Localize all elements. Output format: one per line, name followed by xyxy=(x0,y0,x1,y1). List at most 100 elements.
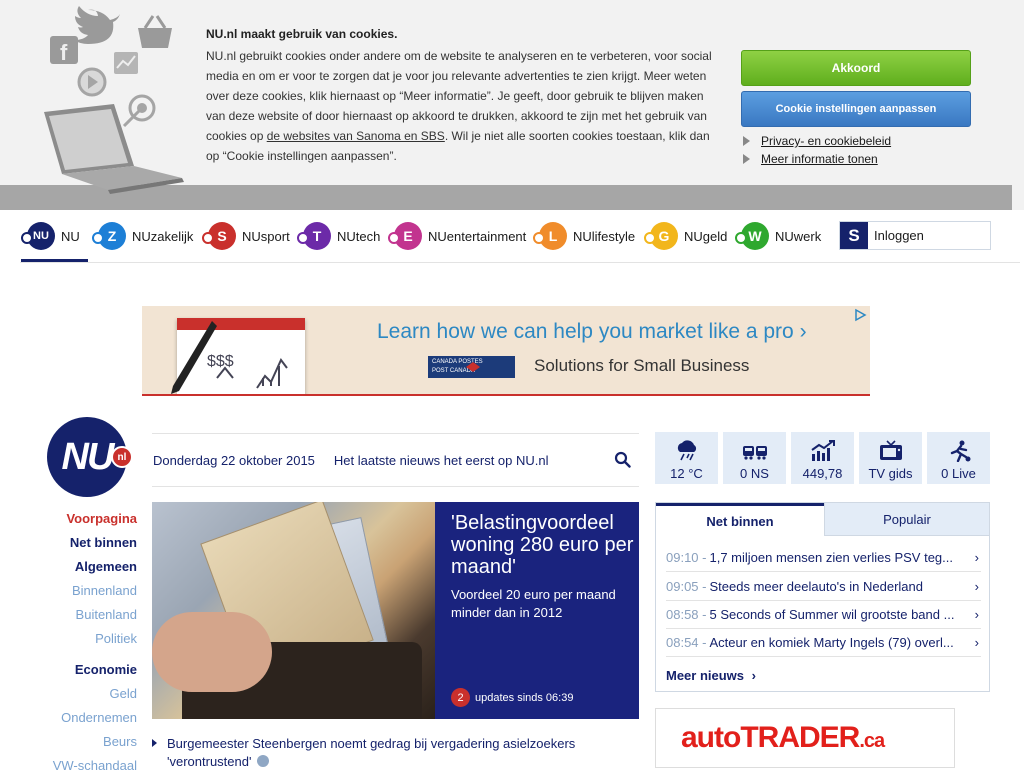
chevron-right-icon: › xyxy=(974,607,979,622)
sidebar-item-beurs[interactable]: Beurs xyxy=(103,734,137,749)
nuzakelijk-badge-icon: Z xyxy=(92,222,126,250)
social-media-illustration: f xyxy=(44,6,184,194)
chevron-right-icon: › xyxy=(974,635,979,650)
triangle-right-icon xyxy=(743,154,750,164)
hero-article[interactable]: 'Belastingvoordeel woning 280 euro per m… xyxy=(152,502,639,719)
nav-nuzakelijk[interactable]: Z NUzakelijk xyxy=(92,222,194,250)
ns-widget[interactable]: 0 NS xyxy=(723,432,786,484)
cookie-text: NU.nl gebruikt cookies onder andere om d… xyxy=(206,49,712,163)
sidebar-item-net-binnen[interactable]: Net binnen xyxy=(70,535,137,550)
hero-image xyxy=(152,502,435,719)
news-item[interactable]: 09:10 - 1,7 miljoen mensen zien verlies … xyxy=(666,544,981,572)
adchoices-icon[interactable] xyxy=(853,308,867,322)
accept-button[interactable]: Akkoord xyxy=(741,50,971,86)
nav-label: NU xyxy=(61,228,80,244)
sidebar-item-ondernemen[interactable]: Ondernemen xyxy=(61,710,137,725)
current-date: Donderdag 22 oktober 2015 xyxy=(153,452,315,468)
nuentertainment-badge-icon: E xyxy=(388,222,422,250)
nav-nu[interactable]: NU NU xyxy=(21,222,80,250)
search-icon[interactable] xyxy=(614,451,631,468)
weather-icon xyxy=(677,440,696,461)
hero-headline: 'Belastingvoordeel woning 280 euro per m… xyxy=(451,512,634,578)
date-bar: Donderdag 22 oktober 2015 Het laatste ni… xyxy=(152,433,639,487)
pen-icon xyxy=(171,321,217,394)
tv-gids-widget[interactable]: TV gids xyxy=(859,432,922,484)
nav-label: NUwerk xyxy=(775,228,822,244)
more-info-link[interactable]: Meer informatie tonen xyxy=(743,152,878,166)
nav-nutech[interactable]: T NUtech xyxy=(297,222,381,250)
nav-label: NUgeld xyxy=(684,228,728,244)
sidebar-item-buitenland[interactable]: Buitenland xyxy=(76,607,137,622)
privacy-link[interactable]: Privacy- en cookiebeleid xyxy=(743,134,891,148)
ad-banner[interactable]: $$$ Learn how we can help you market lik… xyxy=(142,306,870,396)
news-box: Net binnen Populair 09:10 - 1,7 miljoen … xyxy=(655,502,990,692)
sidebar-item-politiek[interactable]: Politiek xyxy=(95,631,137,646)
nav-label: NUsport xyxy=(242,228,290,244)
hero-subline: Voordeel 20 euro per maand minder dan in… xyxy=(451,587,616,620)
beurs-widget[interactable]: 449,78 xyxy=(791,432,854,484)
news-item[interactable]: 08:54 - Acteur en komiek Marty Ingels (7… xyxy=(666,629,981,657)
canada-post-logo: CANADA POSTES POST CANADA xyxy=(428,356,515,378)
sidebar-item-algemeen[interactable]: Algemeen xyxy=(75,559,137,574)
nu-logo[interactable]: NU nl xyxy=(47,417,133,497)
section-nav: NU NU Z NUzakelijk S NUsport T NUtech E … xyxy=(20,212,1020,262)
nl-badge: nl xyxy=(111,446,133,468)
nav-label: NUentertainment xyxy=(428,228,527,244)
live-sport-icon xyxy=(950,440,970,462)
news-item[interactable]: 08:58 - 5 Seconds of Summer wil grootste… xyxy=(666,601,981,629)
chevron-right-icon: › xyxy=(751,668,756,683)
login-label: Inloggen xyxy=(874,228,924,243)
nulifestyle-badge-icon: L xyxy=(533,222,567,250)
nugeld-badge-icon: G xyxy=(644,222,678,250)
sanoma-icon: S xyxy=(840,222,868,249)
autotrader-ad[interactable]: autoTRADER.ca xyxy=(655,708,955,768)
sidebar-item-vw-schandaal[interactable]: VW-schandaal xyxy=(53,758,137,773)
nav-label: NUzakelijk xyxy=(132,228,194,244)
nav-nuentertainment[interactable]: E NUentertainment xyxy=(388,222,527,250)
nutech-badge-icon: T xyxy=(297,222,331,250)
nav-nugeld[interactable]: G NUgeld xyxy=(644,222,728,250)
nu-badge-icon: NU xyxy=(21,222,55,250)
cookie-settings-button[interactable]: Cookie instellingen aanpassen xyxy=(741,91,971,127)
story-title-line2: 'verontrustend' xyxy=(167,754,252,769)
nav-nuwerk[interactable]: W NUwerk xyxy=(735,222,822,250)
hero-updates: 2 updates sinds 06:39 xyxy=(451,688,573,707)
nav-divider xyxy=(20,262,1020,263)
login-button[interactable]: S Inloggen xyxy=(839,221,991,250)
live-widget[interactable]: 0 Live xyxy=(927,432,990,484)
nuwerk-badge-icon: W xyxy=(735,222,769,250)
svg-text:f: f xyxy=(60,40,68,65)
sidebar-item-voorpagina[interactable]: Voorpagina xyxy=(66,511,137,526)
cookie-banner: f NU.nl maakt gebruik van cookies. NU.nl… xyxy=(0,0,1024,210)
train-icon xyxy=(742,446,767,460)
triangle-right-icon xyxy=(152,739,157,747)
sidebar-item-geld[interactable]: Geld xyxy=(110,686,137,701)
nav-nusport[interactable]: S NUsport xyxy=(202,222,290,250)
tab-populair[interactable]: Populair xyxy=(824,503,989,536)
cookie-title: NU.nl maakt gebruik van cookies. xyxy=(206,27,398,41)
tab-net-binnen[interactable]: Net binnen xyxy=(656,503,824,536)
story-link[interactable]: Burgemeester Steenbergen noemt gedrag bi… xyxy=(152,735,639,771)
news-item[interactable]: 09:05 - Steeds meer deelauto's in Nederl… xyxy=(666,573,981,601)
chevron-right-icon: › xyxy=(974,550,979,565)
ad-subline: Solutions for Small Business xyxy=(534,356,750,375)
nusport-badge-icon: S xyxy=(202,222,236,250)
autotrader-logo: autoTRADER.ca xyxy=(681,721,885,754)
sidebar-item-economie[interactable]: Economie xyxy=(75,662,137,677)
more-news-link[interactable]: Meer nieuws › xyxy=(666,668,756,683)
sanoma-sbs-link[interactable]: de websites van Sanoma en SBS xyxy=(267,129,445,143)
tagline: Het laatste nieuws het eerst op NU.nl xyxy=(333,452,549,468)
camera-icon xyxy=(257,755,270,767)
nav-label: NUtech xyxy=(337,228,381,244)
triangle-right-icon xyxy=(743,136,750,146)
chevron-right-icon: › xyxy=(974,579,979,594)
weather-widget[interactable]: 12 °C xyxy=(655,432,718,484)
nav-nulifestyle[interactable]: L NUlifestyle xyxy=(533,222,636,250)
tv-icon xyxy=(879,440,902,460)
stock-chart-icon xyxy=(810,440,835,461)
story-title-line1: Burgemeester Steenbergen noemt gedrag bi… xyxy=(167,736,576,751)
sidebar-item-binnenland[interactable]: Binnenland xyxy=(72,583,137,598)
ad-headline: Learn how we can help you market like a … xyxy=(377,320,807,343)
news-tabs: Net binnen Populair xyxy=(656,503,989,536)
nav-label: NUlifestyle xyxy=(573,228,636,244)
